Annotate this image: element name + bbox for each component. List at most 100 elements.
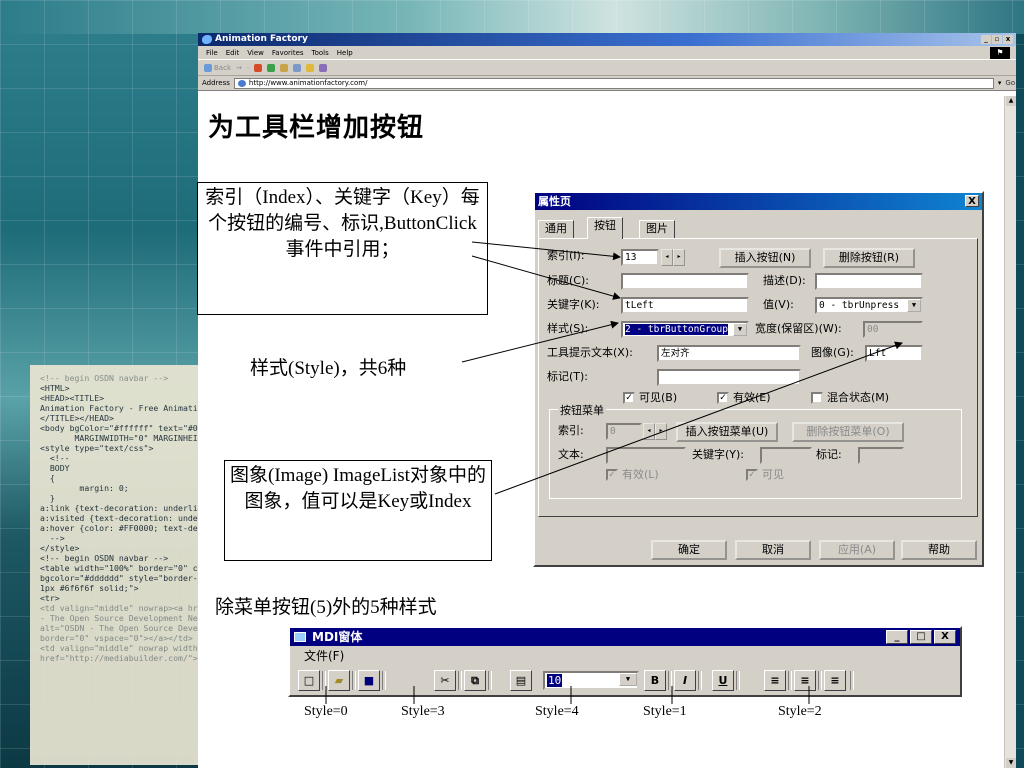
insert-button-button[interactable]: 插入按钮(N) — [719, 248, 811, 268]
back-label: Back — [214, 63, 231, 72]
visible-checkbox[interactable]: ✓ 可见(B) — [623, 391, 677, 405]
remove-button-button[interactable]: 删除按钮(R) — [823, 248, 915, 268]
back-arrow-icon — [204, 63, 212, 72]
mail-button[interactable] — [319, 60, 328, 75]
style-combo-text: 2 - tbrButtonGroup — [625, 324, 728, 335]
copy-icon[interactable]: ⧉ — [464, 670, 486, 691]
style-dropdown-icon[interactable]: ▼ — [733, 323, 747, 336]
menu-tag-field[interactable] — [858, 447, 904, 464]
tag-field[interactable] — [657, 369, 801, 386]
caption-field[interactable] — [621, 273, 749, 290]
align-left-icon[interactable]: ≡ — [764, 670, 786, 691]
new-file-icon[interactable]: □ — [298, 670, 320, 691]
stop-button[interactable] — [254, 60, 263, 75]
menu-visible-checkbox[interactable]: ✓ 可见 — [746, 468, 784, 482]
forward-button[interactable]: → — [236, 60, 242, 75]
toolbar-separator — [850, 671, 854, 690]
browser-titlebar: Animation Factory _ ▫ x — [198, 33, 1016, 46]
spin-right-icon[interactable]: ▸ — [655, 423, 667, 440]
browser-maximize-button[interactable]: ▫ — [992, 35, 1002, 44]
form-maximize-button[interactable]: □ — [910, 630, 932, 644]
menu-enabled-checkbox-label: 有效(L) — [622, 468, 659, 481]
align-center-icon[interactable]: ≡ — [794, 670, 816, 691]
align-right-icon[interactable]: ≡ — [824, 670, 846, 691]
refresh-button[interactable] — [267, 60, 276, 75]
menu-text-field[interactable] — [606, 447, 686, 464]
menu-key-field[interactable] — [760, 447, 812, 464]
help-button[interactable]: 帮助 — [901, 540, 977, 560]
spin-right-icon[interactable]: ▸ — [673, 249, 685, 266]
remove-button-menu-button[interactable]: 删除按钮菜单(O) — [792, 422, 904, 442]
scroll-down-icon[interactable]: ▼ — [1006, 758, 1016, 768]
description-field[interactable] — [815, 273, 923, 290]
favorites-button[interactable] — [306, 60, 315, 75]
buttons-tab-panel: 索引(I): 13 ◂ ▸ 插入按钮(N) 删除按钮(R) 标题(C): 描述(D… — [538, 238, 978, 517]
index-spinner[interactable]: ◂ ▸ — [661, 249, 685, 266]
menu-file[interactable]: File — [206, 46, 218, 59]
callout-image: 图象(Image) ImageList对象中的图象，值可以是Key或Index — [224, 460, 492, 561]
empty-checkbox-icon — [811, 392, 823, 404]
open-folder-icon[interactable]: ▰ — [328, 670, 350, 691]
browser-vertical-scrollbar[interactable]: ▲ ▼ — [1004, 96, 1016, 768]
back-button[interactable]: Back — [204, 60, 231, 75]
key-field[interactable]: tLeft — [621, 297, 749, 314]
apply-button[interactable]: 应用(A) — [819, 540, 895, 560]
width-field[interactable]: 00 — [863, 321, 923, 338]
form-menu-file[interactable]: 文件(F) — [290, 646, 960, 666]
menu-index-label: 索引: — [558, 424, 584, 437]
browser-title: Animation Factory — [215, 34, 308, 44]
font-size-dropdown-icon[interactable]: ▼ — [619, 673, 637, 686]
search-button[interactable] — [293, 60, 302, 75]
italic-button[interactable]: I — [674, 670, 696, 691]
go-button[interactable]: Go — [1005, 76, 1015, 91]
paste-clipboard-icon[interactable]: ▤ — [510, 670, 532, 691]
browser-close-button[interactable]: x — [1003, 35, 1013, 44]
spin-left-icon[interactable]: ◂ — [643, 423, 655, 440]
style-label-2: Style=2 — [778, 704, 822, 719]
cancel-button[interactable]: 取消 — [735, 540, 811, 560]
menu-tools[interactable]: Tools — [312, 46, 329, 59]
value-dropdown-icon[interactable]: ▼ — [907, 299, 921, 312]
tab-picture[interactable]: 图片 — [639, 220, 675, 238]
tab-general[interactable]: 通用 — [538, 220, 574, 238]
image-field[interactable]: Lft — [865, 345, 923, 362]
font-size-combo[interactable]: 10 ▼ — [543, 671, 639, 690]
form-minimize-button[interactable]: _ — [886, 630, 908, 644]
index-field[interactable]: 13 — [621, 249, 659, 266]
cut-scissors-icon[interactable]: ✂ — [434, 670, 456, 691]
toolbar-separator — [488, 671, 492, 690]
bold-button[interactable]: B — [644, 670, 666, 691]
menu-index-spinner[interactable]: ◂ ▸ — [643, 423, 667, 440]
tooltip-field[interactable]: 左对齐 — [657, 345, 801, 362]
enabled-checkbox-label: 有效(E) — [733, 391, 771, 404]
address-input[interactable]: http://www.animationfactory.com/ — [233, 77, 994, 89]
menu-index-field[interactable]: 0 — [606, 423, 642, 440]
save-disk-icon[interactable]: ■ — [358, 670, 380, 691]
slide-title: 为工具栏增加按钮 — [208, 113, 425, 143]
browser-minimize-button[interactable]: _ — [981, 35, 991, 44]
address-dropdown-icon[interactable]: ▾ — [998, 76, 1002, 91]
enabled-checkbox[interactable]: ✓ 有效(E) — [717, 391, 771, 405]
menu-help[interactable]: Help — [337, 46, 353, 59]
scroll-up-icon[interactable]: ▲ — [1006, 96, 1016, 106]
spin-left-icon[interactable]: ◂ — [661, 249, 673, 266]
ok-button[interactable]: 确定 — [651, 540, 727, 560]
underline-button[interactable]: U — [712, 670, 734, 691]
value-combo-text: 0 - tbrUnpress — [819, 300, 900, 311]
form-close-button[interactable]: X — [934, 630, 956, 644]
tab-buttons[interactable]: 按钮 — [587, 217, 623, 239]
search-icon — [293, 63, 302, 72]
dialog-close-button[interactable]: X — [965, 195, 979, 207]
style-label-3: Style=3 — [401, 704, 445, 719]
menu-edit[interactable]: Edit — [226, 46, 240, 59]
mixed-state-checkbox[interactable]: 混合状态(M) — [811, 391, 889, 405]
menu-favorites[interactable]: Favorites — [272, 46, 304, 59]
style-combo[interactable]: 2 - tbrButtonGroup ▼ — [621, 321, 749, 338]
home-button[interactable] — [280, 60, 289, 75]
menu-enabled-checkbox[interactable]: ✓ 有效(L) — [606, 468, 659, 482]
home-icon — [280, 63, 289, 72]
value-combo[interactable]: 0 - tbrUnpress ▼ — [815, 297, 923, 314]
insert-button-menu-button[interactable]: 插入按钮菜单(U) — [676, 422, 778, 442]
menu-view[interactable]: View — [247, 46, 264, 59]
toolbar-separator — [382, 671, 386, 690]
